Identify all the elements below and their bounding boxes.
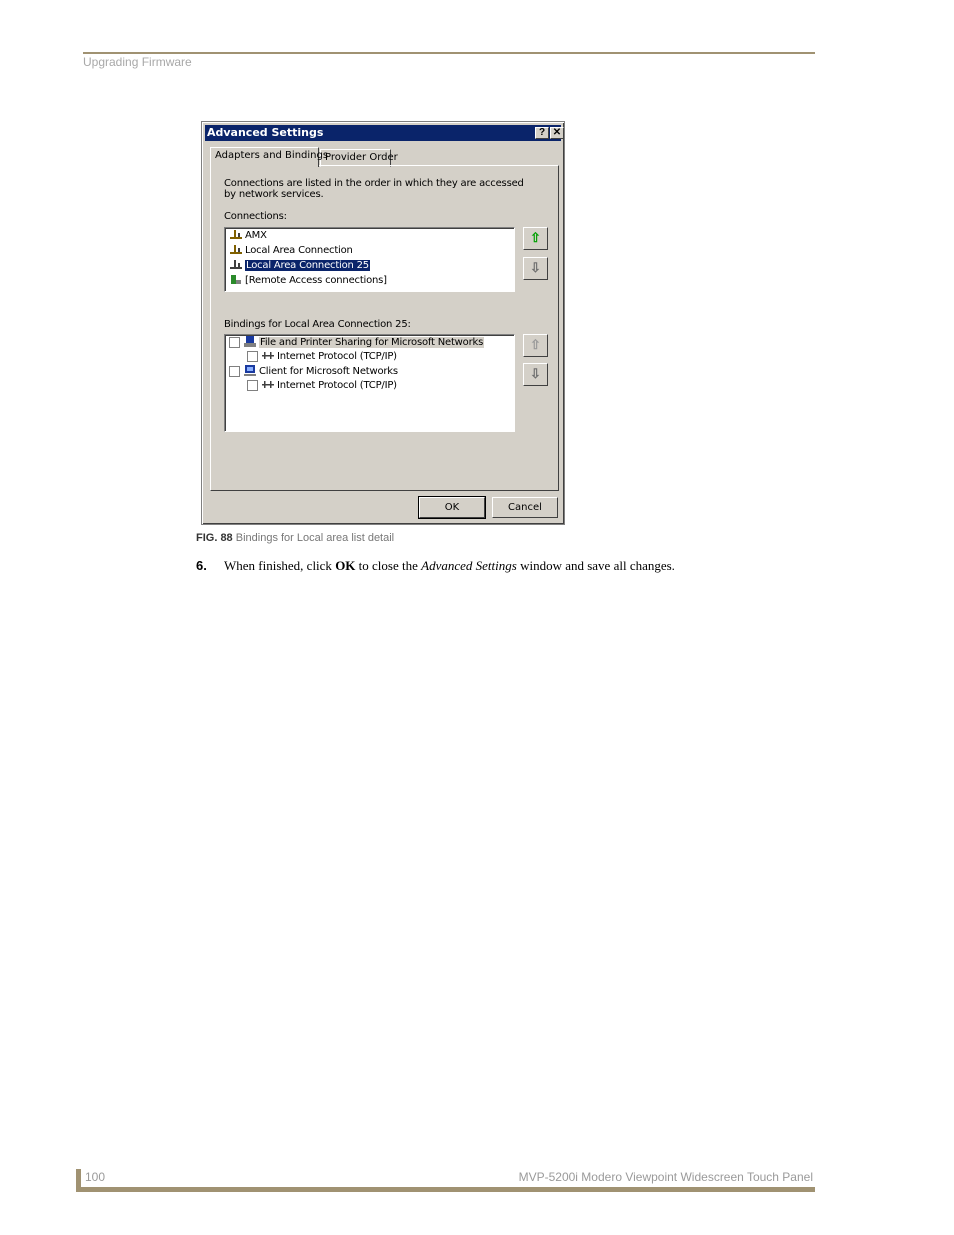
network-adapter-icon: [230, 245, 242, 254]
footer-rule: [76, 1187, 815, 1192]
binding-checkbox[interactable]: [229, 336, 240, 348]
connections-label: Connections:: [224, 211, 287, 222]
page-number: 100: [85, 1170, 106, 1184]
list-item[interactable]: Client for Microsoft Networks: [229, 365, 398, 379]
connections-list[interactable]: AMX Local Area Connection Local Area Con…: [224, 227, 515, 292]
arrow-up-icon: ⇧: [530, 337, 541, 352]
binding-checkbox[interactable]: [247, 379, 258, 391]
move-up-button[interactable]: ⇧: [523, 227, 548, 250]
network-client-icon: [244, 365, 256, 376]
list-item[interactable]: AMX: [229, 229, 267, 243]
file-printer-sharing-icon: [244, 336, 256, 347]
list-item[interactable]: [Remote Access connections]: [229, 274, 387, 288]
step-number: 6.: [196, 558, 207, 573]
cancel-button[interactable]: Cancel: [492, 497, 558, 518]
list-item[interactable]: File and Printer Sharing for Microsoft N…: [229, 336, 485, 350]
dialog-title: Advanced Settings: [207, 126, 324, 139]
tab-panel: Connections are listed in the order in w…: [210, 165, 559, 491]
list-item[interactable]: Internet Protocol (TCP/IP): [247, 350, 397, 364]
ok-button[interactable]: OK: [418, 496, 486, 519]
protocol-icon: [262, 381, 274, 388]
protocol-icon: [262, 352, 274, 359]
step-text: When finished, click OK to close the Adv…: [224, 558, 675, 573]
binding-down-button[interactable]: ⇩: [523, 363, 548, 386]
arrow-up-icon: ⇧: [530, 230, 541, 245]
binding-up-button[interactable]: ⇧: [523, 334, 548, 357]
help-button[interactable]: ?: [535, 127, 549, 139]
bindings-list[interactable]: File and Printer Sharing for Microsoft N…: [224, 334, 515, 432]
network-adapter-icon: [230, 260, 242, 269]
footer-title: MVP-5200i Modero Viewpoint Widescreen To…: [518, 1170, 813, 1184]
arrow-down-icon: ⇩: [530, 366, 541, 381]
connections-description: Connections are listed in the order in w…: [224, 178, 524, 200]
binding-checkbox[interactable]: [247, 350, 258, 362]
list-item[interactable]: Internet Protocol (TCP/IP): [247, 379, 397, 393]
title-bar: Advanced Settings ? ✕: [205, 125, 564, 141]
tab-adapters-and-bindings[interactable]: Adapters and Bindings: [210, 147, 328, 167]
figure-caption-text: Bindings for Local area list detail: [235, 532, 395, 544]
section-header: Upgrading Firmware: [83, 55, 192, 69]
figure-caption: FIG. 88 Bindings for Local area list det…: [196, 532, 394, 544]
remote-access-icon: [231, 275, 241, 284]
arrow-down-icon: ⇩: [530, 260, 541, 275]
advanced-settings-dialog: Advanced Settings ? ✕ Adapters and Bindi…: [201, 121, 565, 525]
network-adapter-icon: [230, 230, 242, 239]
list-item[interactable]: Local Area Connection: [229, 244, 353, 258]
close-button[interactable]: ✕: [550, 127, 564, 139]
figure-label: FIG. 88: [196, 532, 233, 544]
list-item-selected[interactable]: Local Area Connection 25: [229, 259, 371, 273]
bindings-label: Bindings for Local Area Connection 25:: [224, 319, 411, 330]
header-rule: [83, 52, 815, 54]
move-down-button[interactable]: ⇩: [523, 257, 548, 280]
binding-checkbox[interactable]: [229, 365, 240, 377]
close-icon: ✕: [552, 127, 562, 138]
